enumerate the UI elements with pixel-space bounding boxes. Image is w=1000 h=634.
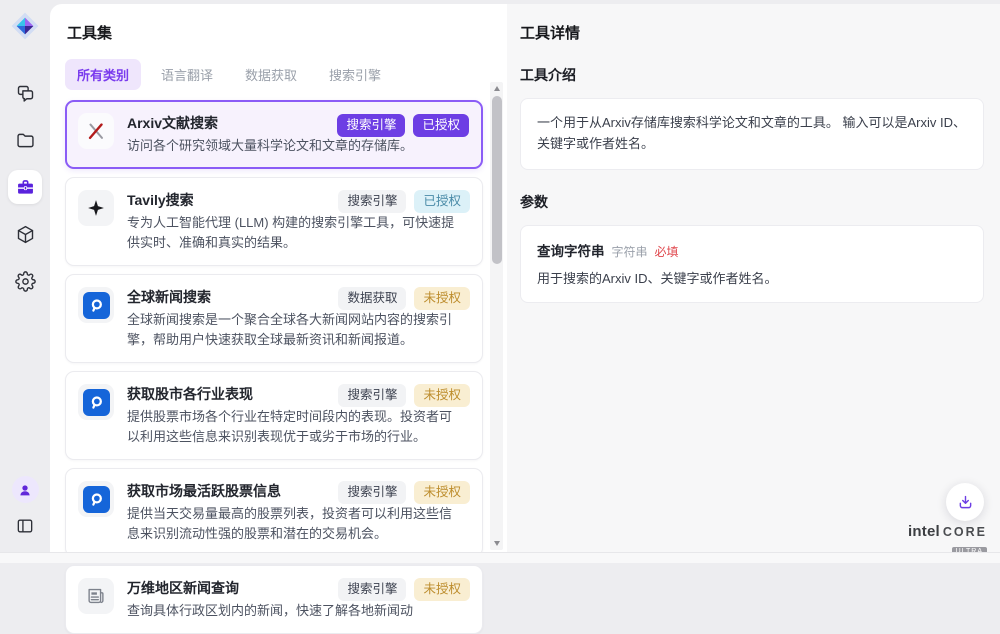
scrollbar-thumb[interactable] — [492, 96, 502, 264]
four-point-star-icon — [86, 198, 106, 218]
category-badge: 搜索引擎 — [338, 190, 406, 213]
tool-icon-wrap — [78, 113, 114, 149]
blue-q-icon — [83, 389, 110, 416]
sidebar-item-toolbox[interactable] — [8, 170, 42, 204]
category-badge: 数据获取 — [338, 287, 406, 310]
panel-toggle-icon — [15, 516, 35, 536]
tab-data-acquisition[interactable]: 数据获取 — [233, 59, 309, 90]
tool-card-description: 专为人工智能代理 (LLM) 构建的搜索引擎工具，可快速提供实时、准确和真实的结… — [127, 213, 459, 253]
blue-q-icon — [83, 292, 110, 319]
rail-nav — [8, 76, 42, 298]
tool-detail-panel: 工具详情 工具介绍 一个用于从Arxiv存储库搜索科学论文和文章的工具。 输入可… — [507, 4, 1000, 552]
detail-panel-title: 工具详情 — [520, 22, 984, 43]
chat-icon — [15, 83, 36, 104]
folder-icon — [15, 130, 36, 151]
cube-icon — [15, 224, 36, 245]
tool-card-description: 访问各个研究领域大量科学论文和文章的存储库。 — [127, 136, 459, 156]
params-heading: 参数 — [520, 192, 984, 212]
sidebar-item-files[interactable] — [8, 123, 42, 157]
param-description: 用于搜索的Arxiv ID、关键字或作者姓名。 — [537, 269, 967, 289]
tab-language-translation[interactable]: 语言翻译 — [149, 59, 225, 90]
param-type: 字符串 — [612, 243, 648, 260]
tool-card-description: 全球新闻搜索是一个聚合全球各大新闻网站内容的搜索引擎，帮助用户快速获取全球最新资… — [127, 310, 459, 350]
auth-status-badge: 已授权 — [414, 190, 470, 213]
auth-status-badge: 未授权 — [414, 578, 470, 601]
tool-icon-wrap — [78, 190, 114, 226]
tool-card-global-news[interactable]: 全球新闻搜索 全球新闻搜索是一个聚合全球各大新闻网站内容的搜索引擎，帮助用户快速… — [65, 274, 483, 363]
collapse-sidebar-button[interactable] — [11, 512, 39, 540]
category-badge: 搜索引擎 — [338, 384, 406, 407]
category-badge: 搜索引擎 — [337, 114, 405, 137]
tab-search-engine[interactable]: 搜索引擎 — [317, 59, 393, 90]
blue-q-icon — [83, 486, 110, 513]
tab-all-categories[interactable]: 所有类别 — [65, 59, 141, 90]
tool-icon-wrap — [78, 578, 114, 614]
tool-card-description: 提供股票市场各个行业在特定时间段内的表现。投资者可以利用这些信息来识别表现优于或… — [127, 407, 459, 447]
list-scrollbar[interactable] — [490, 82, 503, 550]
tool-card-sector-performance[interactable]: 获取股市各行业表现 提供股票市场各个行业在特定时间段内的表现。投资者可以利用这些… — [65, 371, 483, 460]
auth-status-badge: 未授权 — [414, 384, 470, 407]
tool-icon-wrap — [78, 287, 114, 323]
sidebar-item-chat[interactable] — [8, 76, 42, 110]
auth-status-badge: 未授权 — [414, 287, 470, 310]
tool-icon-wrap — [78, 384, 114, 420]
auth-status-badge: 已授权 — [413, 114, 469, 137]
tool-card-active-stocks[interactable]: 获取市场最活跃股票信息 提供当天交易量最高的股票列表，投资者可以利用这些信息来识… — [65, 468, 483, 557]
brand-core-text: CORE — [943, 525, 987, 539]
app-window: 工具集 所有类别 语言翻译 数据获取 搜索引擎 Arxiv文献搜索 访问各个研究… — [0, 0, 1000, 552]
newspaper-icon — [85, 585, 107, 607]
user-avatar-icon — [17, 482, 33, 498]
intro-box: 一个用于从Arxiv存储库搜索科学论文和文章的工具。 输入可以是Arxiv ID… — [520, 98, 984, 170]
intro-heading: 工具介绍 — [520, 65, 984, 85]
param-required-badge: 必填 — [655, 243, 679, 260]
rail-bottom — [11, 476, 39, 540]
toolbox-icon — [15, 177, 36, 198]
arxiv-x-icon — [85, 120, 107, 142]
scroll-up-arrow[interactable] — [494, 86, 500, 91]
param-card: 查询字符串 字符串 必填 用于搜索的Arxiv ID、关键字或作者姓名。 — [520, 225, 984, 304]
tool-card-description: 提供当天交易量最高的股票列表，投资者可以利用这些信息来识别流动性强的股票和潜在的… — [127, 504, 459, 544]
gear-icon — [15, 271, 36, 292]
tool-card-tavily[interactable]: Tavily搜索 专为人工智能代理 (LLM) 构建的搜索引擎工具，可快速提供实… — [65, 177, 483, 266]
scroll-down-arrow[interactable] — [494, 541, 500, 546]
tool-icon-wrap — [78, 481, 114, 517]
user-avatar[interactable] — [12, 476, 39, 503]
window-bottom-strip — [0, 552, 1000, 563]
tools-panel-title: 工具集 — [67, 22, 483, 43]
tool-card-arxiv[interactable]: Arxiv文献搜索 访问各个研究领域大量科学论文和文章的存储库。 搜索引擎 已授… — [65, 100, 483, 169]
app-logo-icon — [11, 12, 39, 40]
category-badge: 搜索引擎 — [338, 578, 406, 601]
sidebar-rail — [0, 0, 50, 552]
tool-card-description: 查询具体行政区划内的新闻，快速了解各地新闻动 — [127, 601, 459, 621]
tool-card-regional-news[interactable]: 万维地区新闻查询 查询具体行政区划内的新闻，快速了解各地新闻动 搜索引擎 未授权 — [65, 565, 483, 634]
tools-list-panel: 工具集 所有类别 语言翻译 数据获取 搜索引擎 Arxiv文献搜索 访问各个研究… — [50, 4, 507, 552]
sidebar-item-settings[interactable] — [8, 264, 42, 298]
download-button[interactable] — [946, 483, 984, 521]
param-name: 查询字符串 — [537, 240, 605, 260]
sidebar-item-models[interactable] — [8, 217, 42, 251]
category-badge: 搜索引擎 — [338, 481, 406, 504]
download-icon — [956, 493, 975, 512]
auth-status-badge: 未授权 — [414, 481, 470, 504]
category-tabs: 所有类别 语言翻译 数据获取 搜索引擎 — [65, 59, 483, 90]
intro-text: 一个用于从Arxiv存储库搜索科学论文和文章的工具。 输入可以是Arxiv ID… — [537, 113, 967, 155]
brand-intel-text: intel — [908, 523, 940, 540]
